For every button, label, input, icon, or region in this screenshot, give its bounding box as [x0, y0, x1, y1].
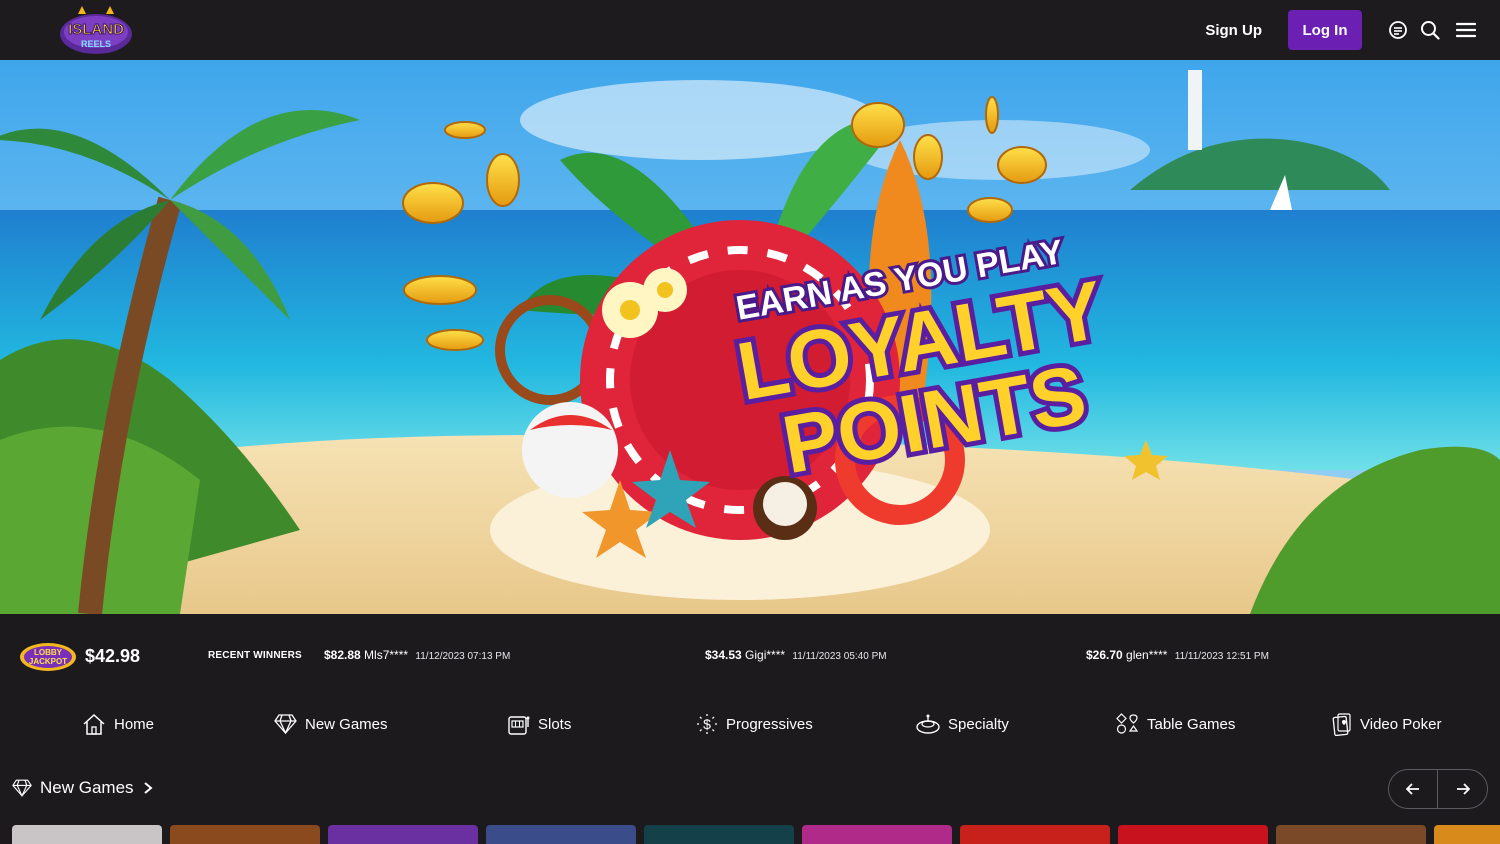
search-icon[interactable]: [1418, 18, 1442, 42]
carousel-prev-button[interactable]: [1389, 770, 1439, 808]
section-title-label: New Games: [40, 778, 134, 797]
category-table-games[interactable]: Table Games: [1116, 712, 1235, 736]
svg-text:ISLAND: ISLAND: [68, 21, 124, 38]
specialty-icon: [916, 714, 940, 734]
winner-amount: $82.88: [324, 648, 361, 662]
game-tile[interactable]: [12, 825, 162, 844]
chevron-right-icon: [143, 782, 153, 794]
svg-text:JACKPOT: JACKPOT: [29, 657, 67, 666]
carousel-next-button[interactable]: [1438, 770, 1487, 808]
arrow-right-icon: [1456, 783, 1470, 795]
game-tile[interactable]: [1434, 825, 1500, 844]
category-label: Slots: [538, 715, 572, 733]
category-label: Progressives: [726, 715, 813, 733]
game-tile[interactable]: [1276, 825, 1426, 844]
new-games-section-link[interactable]: New Games: [12, 778, 162, 798]
category-specialty[interactable]: Specialty: [916, 712, 1009, 736]
winner-entry: $26.70 glen**** 11/11/2023 12:51 PM: [1086, 648, 1269, 662]
svg-text:REELS: REELS: [81, 39, 111, 49]
game-tile[interactable]: [328, 825, 478, 844]
category-label: Video Poker: [1360, 715, 1442, 733]
game-tile[interactable]: [1118, 825, 1268, 844]
winner-datetime: 11/12/2023 07:13 PM: [415, 651, 511, 662]
category-slots[interactable]: Slots: [508, 712, 571, 736]
winner-datetime: 11/11/2023 05:40 PM: [792, 651, 887, 662]
category-label: Table Games: [1147, 715, 1236, 733]
log-in-button[interactable]: Log In: [1288, 10, 1362, 50]
menu-icon[interactable]: [1454, 18, 1478, 42]
carousel-controls: [1388, 769, 1488, 809]
svg-text:$: $: [703, 716, 711, 732]
winner-amount: $34.53: [705, 648, 742, 662]
winner-user: Gigi****: [745, 648, 786, 662]
winner-entry: $34.53 Gigi**** 11/11/2023 05:40 PM: [705, 648, 887, 662]
arrow-left-icon: [1406, 783, 1419, 795]
category-home[interactable]: Home: [82, 712, 154, 736]
diamond-icon: [12, 779, 32, 797]
category-label: Specialty: [948, 715, 1009, 733]
game-tile[interactable]: [802, 825, 952, 844]
header-actions: Sign Up Log In: [1205, 0, 1478, 60]
card-suits-icon: [1116, 712, 1139, 734]
dollar-burst-icon: $: [697, 714, 717, 734]
jackpot-amount: $42.98: [85, 646, 141, 666]
top-header: ISLAND REELS Sign Up Log In: [0, 0, 1500, 60]
category-video-poker[interactable]: Video Poker: [1332, 712, 1441, 736]
sign-up-button[interactable]: Sign Up: [1205, 22, 1262, 39]
hero-banner[interactable]: EARN AS YOU PLAY LOYALTY POINTS: [0, 60, 1500, 614]
chat-icon[interactable]: [1386, 18, 1410, 42]
game-tile[interactable]: [486, 825, 636, 844]
lobby-jackpot-logo: LOBBY JACKPOT: [20, 643, 76, 671]
svg-text:LOBBY: LOBBY: [34, 648, 63, 657]
winner-datetime: 11/11/2023 12:51 PM: [1174, 651, 1269, 662]
island-reels-logo[interactable]: ISLAND REELS: [58, 4, 134, 56]
poker-card-icon: [1332, 712, 1351, 736]
winner-amount: $26.70: [1086, 648, 1123, 662]
diamond-icon: [274, 714, 297, 734]
category-label: New Games: [305, 715, 388, 733]
category-progressives[interactable]: $ Progressives: [696, 712, 813, 736]
category-label: Home: [114, 715, 155, 733]
winner-user: glen****: [1126, 648, 1168, 662]
hero-illustration: EARN AS YOU PLAY LOYALTY POINTS: [0, 60, 1500, 614]
game-tile[interactable]: [960, 825, 1110, 844]
game-tile[interactable]: [644, 825, 794, 844]
winner-entry: $82.88 Mls7**** 11/12/2023 07:13 PM: [324, 648, 510, 662]
home-icon: [83, 713, 105, 735]
winner-user: Mls7****: [364, 648, 409, 662]
category-new-games[interactable]: New Games: [274, 712, 388, 736]
slot-machine-icon: [508, 716, 530, 735]
new-games-carousel: [12, 825, 1500, 844]
game-tile[interactable]: [170, 825, 320, 844]
recent-winners-label: RECENT WINNERS: [208, 650, 302, 661]
